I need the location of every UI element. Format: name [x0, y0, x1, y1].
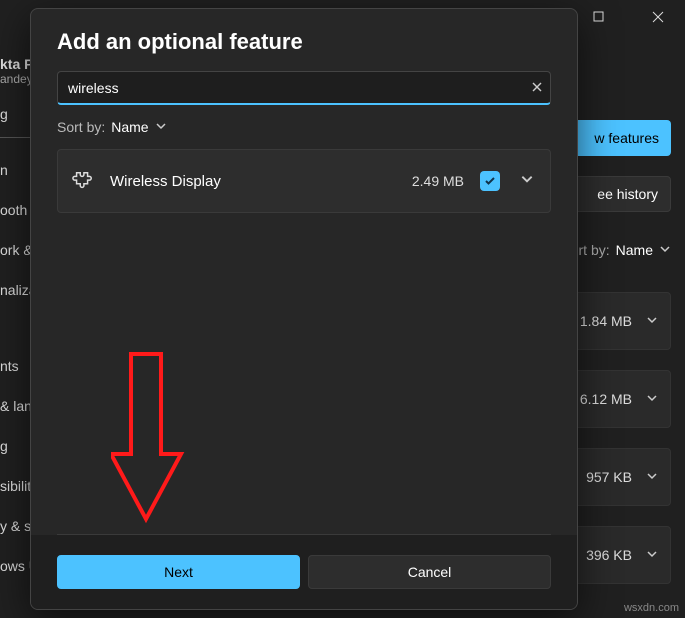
feature-size: 2.49 MB [412, 173, 464, 189]
chevron-down-icon [646, 469, 658, 485]
maximize-button[interactable] [577, 8, 619, 23]
close-icon [531, 81, 543, 93]
add-optional-feature-dialog: Add an optional feature Sort by: Name Wi… [30, 8, 578, 610]
sort-value: Name [111, 119, 148, 135]
close-button[interactable] [637, 8, 679, 23]
feature-checkbox[interactable] [480, 171, 500, 191]
check-icon [484, 175, 496, 187]
feature-row[interactable]: Wireless Display 2.49 MB [57, 149, 551, 213]
chevron-down-icon [155, 119, 167, 135]
sort-label: Sort by: [57, 119, 105, 135]
watermark: wsxdn.com [624, 602, 679, 614]
search-input[interactable] [57, 71, 551, 105]
expand-button[interactable] [516, 168, 538, 195]
cancel-button[interactable]: Cancel [308, 555, 551, 589]
chevron-down-icon [646, 391, 658, 407]
feature-name: Wireless Display [110, 173, 396, 190]
next-button[interactable]: Next [57, 555, 300, 589]
chevron-down-icon [646, 313, 658, 329]
dialog-sort-control[interactable]: Sort by: Name [57, 119, 551, 135]
clear-search-button[interactable] [531, 80, 543, 96]
puzzle-icon [72, 170, 94, 192]
dialog-title: Add an optional feature [57, 29, 551, 55]
chevron-down-icon [520, 172, 534, 186]
chevron-down-icon [659, 242, 671, 258]
chevron-down-icon [646, 547, 658, 563]
